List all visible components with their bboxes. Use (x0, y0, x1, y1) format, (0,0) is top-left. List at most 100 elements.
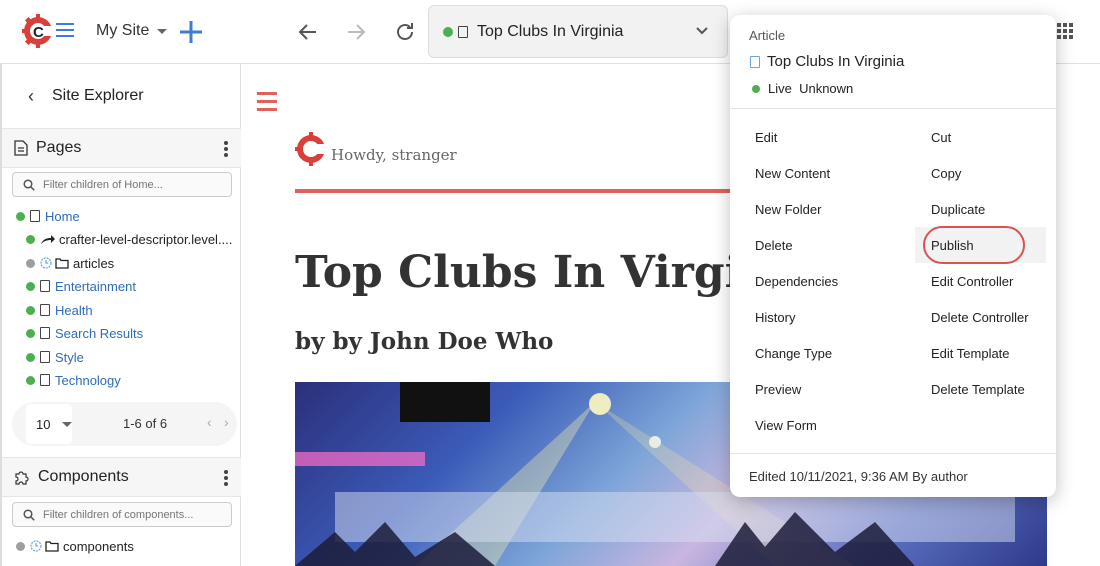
action-duplicate[interactable]: Duplicate (921, 191, 1046, 227)
action-dependencies[interactable]: Dependencies (745, 263, 915, 299)
more-options-icon[interactable] (224, 470, 228, 488)
components-filter[interactable] (12, 502, 232, 527)
status-dot (26, 352, 35, 362)
action-cut[interactable]: Cut (921, 119, 1046, 155)
popover-divider (730, 108, 1056, 109)
pages-section-header[interactable]: Pages (2, 128, 242, 168)
crafter-logo-icon[interactable]: C (22, 14, 54, 48)
action-copy[interactable]: Copy (921, 155, 1046, 191)
site-explorer-header: ‹ Site Explorer (2, 64, 242, 128)
item-actions-popover: Article Top Clubs In Virginia Live Unkno… (730, 15, 1056, 497)
tree-item-technology[interactable]: Technology (26, 369, 121, 391)
pages-filter[interactable] (12, 172, 232, 197)
search-icon (23, 508, 35, 521)
content-type-label: Article (749, 28, 786, 43)
crafter-logo-icon (295, 132, 327, 166)
tree-item-search-results[interactable]: Search Results (26, 322, 143, 344)
tree-item-level-descriptor[interactable]: crafter-level-descriptor.level.... (26, 228, 232, 250)
action-edit-template[interactable]: Edit Template (921, 335, 1046, 371)
tree-item-label: Home (45, 208, 80, 224)
tree-item-label: Style (55, 349, 84, 365)
address-title: Top Clubs In Virginia (477, 22, 624, 40)
item-name-text: Top Clubs In Virginia (767, 53, 905, 70)
file-icon (40, 327, 50, 339)
tree-item-style[interactable]: Style (26, 346, 84, 368)
live-status-dot (752, 84, 760, 93)
article-byline: by by John Doe Who (295, 328, 554, 355)
chevron-left-icon[interactable]: ‹ (28, 86, 34, 107)
rows-per-page-select[interactable]: 10 (26, 404, 73, 444)
apps-grid-icon[interactable] (1057, 23, 1073, 39)
tree-item-label: Search Results (55, 325, 144, 341)
prev-page-icon[interactable]: ‹ (207, 414, 212, 430)
action-delete[interactable]: Delete (745, 227, 915, 263)
action-new-content[interactable]: New Content (745, 155, 915, 191)
action-delete-controller[interactable]: Delete Controller (921, 299, 1046, 335)
status-dot (16, 211, 25, 221)
add-plus-icon[interactable] (178, 19, 204, 45)
item-status-text: Live Unknown (768, 81, 854, 96)
live-status-dot (443, 26, 453, 37)
rows-per-page-value: 10 (36, 416, 51, 432)
menu-hamburger-icon[interactable] (56, 21, 76, 41)
tree-item-label: Technology (55, 372, 121, 388)
page-document-icon (14, 140, 28, 156)
tree-item-entertainment[interactable]: Entertainment (26, 275, 136, 297)
action-new-folder[interactable]: New Folder (745, 191, 915, 227)
more-options-icon[interactable] (224, 141, 228, 159)
preview-brand: Howdy, stranger (295, 132, 457, 166)
site-explorer-sidebar: ‹ Site Explorer Pages Home crafter-level… (0, 64, 242, 566)
action-publish[interactable]: Publish (915, 227, 1046, 263)
tree-item-articles[interactable]: articles (26, 252, 114, 274)
greeting-text: Howdy, stranger (331, 146, 457, 164)
file-icon (30, 210, 40, 222)
folder-icon (55, 258, 69, 269)
components-filter-input[interactable] (43, 508, 223, 521)
tree-item-components[interactable]: components (16, 535, 134, 557)
file-icon (750, 55, 760, 68)
site-name: My Site (96, 22, 150, 39)
tree-item-health[interactable]: Health (26, 299, 93, 321)
tree-item-label: Entertainment (55, 278, 136, 294)
refresh-icon[interactable] (393, 20, 417, 44)
action-delete-template[interactable]: Delete Template (921, 371, 1046, 407)
tree-item-label: articles (73, 255, 115, 271)
tree-item-home[interactable]: Home (16, 205, 80, 227)
pages-filter-input[interactable] (43, 178, 223, 191)
forward-arrow-icon[interactable] (344, 20, 368, 44)
back-arrow-icon[interactable] (296, 20, 320, 44)
action-edit-controller[interactable]: Edit Controller (921, 263, 1046, 299)
tree-item-label: components (63, 538, 134, 554)
site-explorer-title: Site Explorer (52, 87, 144, 104)
action-edit[interactable]: Edit (745, 119, 915, 155)
status-dot (26, 234, 35, 244)
site-selector[interactable]: My Site (96, 22, 168, 40)
file-icon (40, 280, 50, 292)
action-preview[interactable]: Preview (745, 371, 915, 407)
components-section-header[interactable]: Components (2, 457, 242, 497)
components-title: Components (38, 468, 129, 485)
tree-item-label: crafter-level-descriptor.level.... (59, 231, 233, 247)
file-icon (458, 25, 468, 38)
preview-menu-icon[interactable] (257, 92, 277, 116)
action-history[interactable]: History (745, 299, 915, 335)
file-icon (40, 374, 50, 386)
action-view-form[interactable]: View Form (745, 407, 915, 443)
address-bar[interactable]: Top Clubs In Virginia (428, 5, 728, 58)
folder-icon (45, 541, 59, 552)
next-page-icon[interactable]: › (224, 414, 229, 430)
tree-item-label: Health (55, 302, 93, 318)
status-dot (26, 258, 35, 268)
status-dot (26, 375, 35, 385)
file-icon (40, 351, 50, 363)
action-change-type[interactable]: Change Type (745, 335, 915, 371)
caret-down-icon (62, 421, 73, 427)
status-dot (26, 281, 35, 291)
clock-icon (30, 540, 42, 552)
status-dot (26, 305, 35, 315)
caret-down-icon (157, 28, 168, 34)
chevron-down-icon (696, 27, 708, 35)
pages-pagination: 10 1-6 of 6 ‹ › (12, 402, 237, 446)
puzzle-icon (15, 471, 29, 485)
file-icon (40, 304, 50, 316)
